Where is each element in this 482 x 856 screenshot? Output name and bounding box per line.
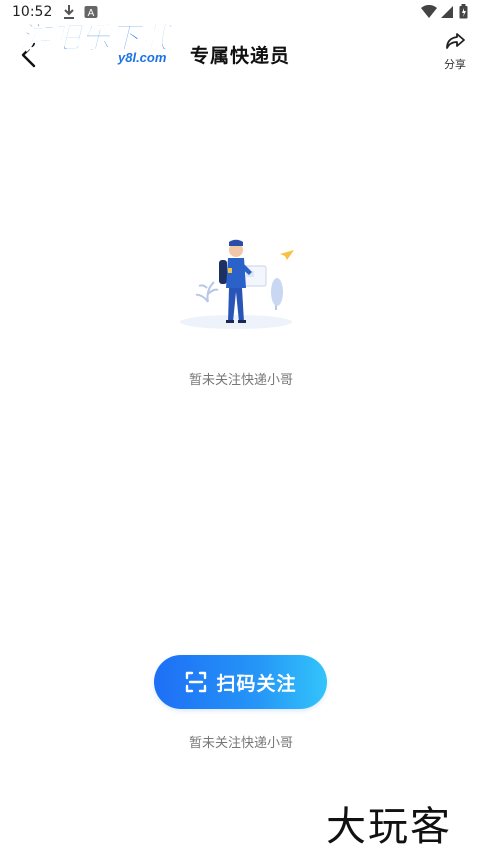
battery-icon	[459, 4, 468, 23]
signal-icon	[440, 4, 454, 23]
svg-text:y8l.com: y8l.com	[117, 50, 167, 65]
empty-state-message: 暂未关注快递小哥	[188, 373, 293, 388]
share-button[interactable]: 分享	[438, 32, 472, 76]
wifi-icon	[421, 4, 437, 23]
status-time: 10:52	[12, 4, 53, 20]
page-title: 专属快递员	[190, 45, 291, 67]
share-label: 分享	[444, 58, 466, 71]
scan-follow-label: 扫码关注	[216, 672, 297, 695]
svg-text:A: A	[88, 8, 95, 19]
footer-message: 暂未关注快递小哥	[188, 736, 293, 751]
watermark-logo: 游吧乐下载 y8l.com	[18, 20, 184, 70]
scan-icon	[186, 671, 207, 693]
share-icon	[446, 33, 465, 49]
courier-illustration	[176, 236, 300, 336]
watermark-bottom: 大玩客	[326, 804, 452, 850]
scan-follow-button[interactable]: 扫码关注	[154, 655, 327, 709]
